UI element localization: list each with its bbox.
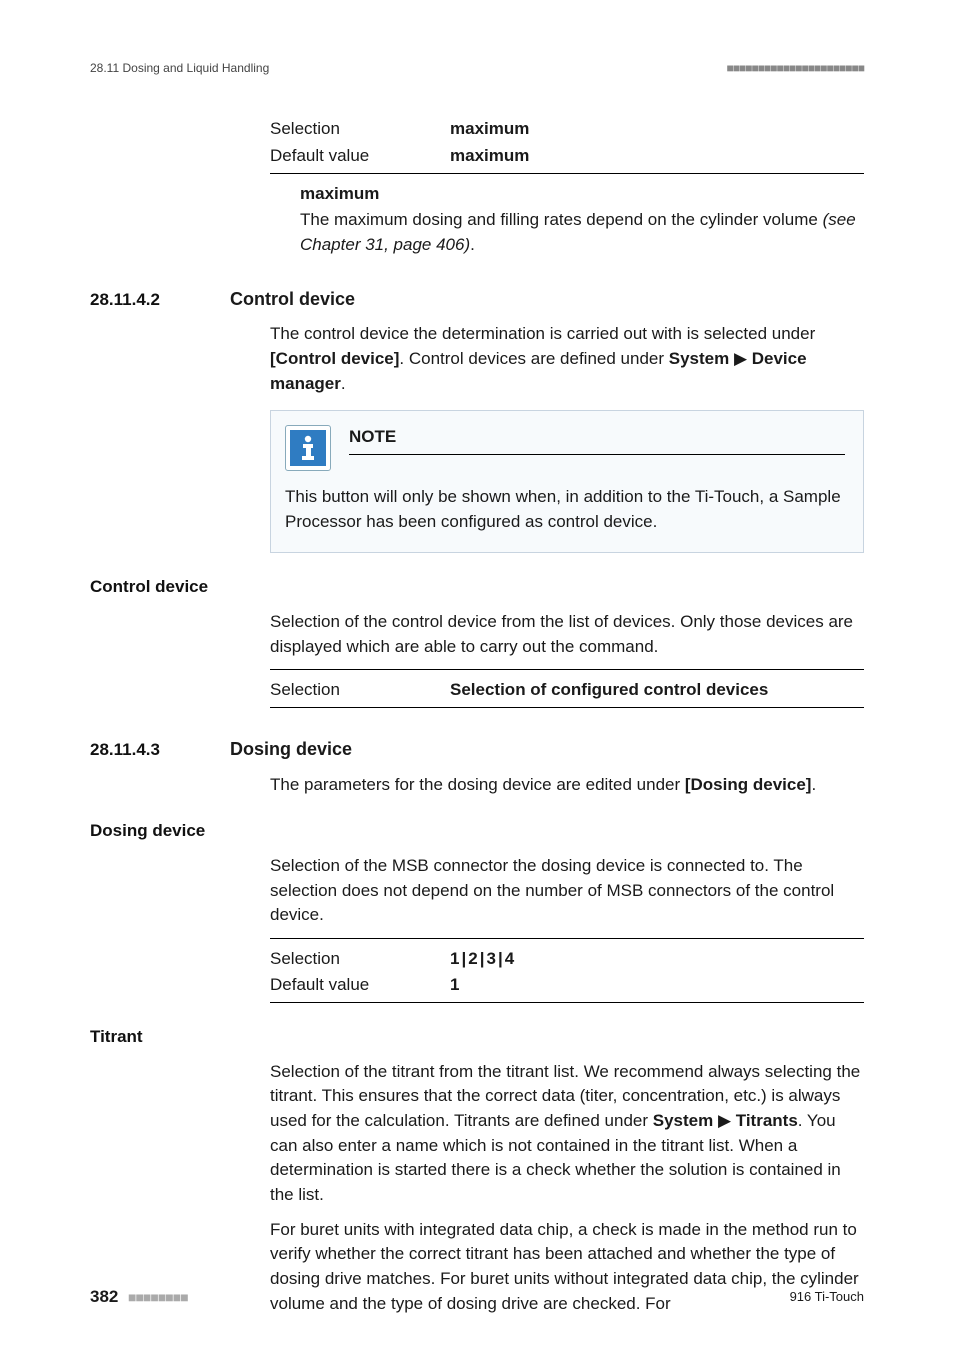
footer-device: 916 Ti-Touch: [790, 1288, 864, 1307]
header-left: 28.11 Dosing and Liquid Handling: [90, 60, 269, 77]
cd-intro-g: .: [341, 374, 346, 393]
default-value: maximum: [450, 144, 529, 169]
divider: [270, 1002, 864, 1003]
control-device-intro: The control device the determination is …: [270, 322, 864, 396]
default-label: Default value: [270, 144, 390, 169]
dd-def-value: 1: [450, 973, 459, 998]
note-label: NOTE: [349, 425, 845, 455]
dd-default-row: Default value 1: [270, 973, 864, 998]
selection-row: Selection maximum: [270, 117, 864, 142]
divider: [270, 669, 864, 670]
dd-intro-c: .: [811, 775, 816, 794]
cd-intro-e: ▶: [729, 349, 752, 368]
dd-intro-b: [Dosing device]: [685, 775, 812, 794]
header-right-dashes: ■■■■■■■■■■■■■■■■■■■■■■: [727, 60, 864, 77]
note-text: This button will only be shown when, in …: [285, 485, 845, 534]
cd-intro-c: . Control devices are defined under: [399, 349, 668, 368]
selection-label: Selection: [270, 117, 390, 142]
section-control-device: 28.11.4.2 Control device: [90, 286, 864, 313]
default-row: Default value maximum: [270, 144, 864, 169]
cd-selection-row: Selection Selection of configured contro…: [270, 678, 864, 703]
page-header: 28.11 Dosing and Liquid Handling ■■■■■■■…: [90, 60, 864, 77]
control-device-head: Control device: [90, 575, 864, 600]
note-box: NOTE This button will only be shown when…: [270, 410, 864, 553]
divider: [270, 938, 864, 939]
cd-intro-a: The control device the determination is …: [270, 324, 815, 343]
dosing-device-body: Selection of the MSB connector the dosin…: [270, 854, 864, 928]
dosing-device-head: Dosing device: [90, 819, 864, 844]
control-device-body: Selection of the control device from the…: [270, 610, 864, 659]
titrant-p1: Selection of the titrant from the titran…: [270, 1060, 864, 1208]
page-footer: 382 ■■■■■■■■ 916 Ti-Touch: [90, 1285, 864, 1310]
section-title-a: Control device: [230, 286, 355, 312]
selection-value: maximum: [450, 117, 529, 142]
section-num-b: 28.11.4.3: [90, 738, 230, 763]
cd-sel-label: Selection: [270, 678, 390, 703]
footer-dashes: ■■■■■■■■: [128, 1289, 188, 1305]
section-num-a: 28.11.4.2: [90, 288, 230, 313]
titrant-head: Titrant: [90, 1025, 864, 1050]
dosing-intro: The parameters for the dosing device are…: [270, 773, 864, 798]
maximum-term-head: maximum: [300, 182, 864, 207]
dd-opt-3: 3: [486, 949, 495, 968]
info-icon: [285, 425, 331, 471]
divider: [270, 173, 864, 174]
page-number: 382: [90, 1287, 118, 1306]
maximum-body-c: .: [470, 235, 475, 254]
dd-opt-4: 4: [505, 949, 514, 968]
maximum-term-body: The maximum dosing and filling rates dep…: [300, 208, 864, 257]
dd-selection-row: Selection 1|2|3|4: [270, 947, 864, 972]
dd-opt-2: 2: [468, 949, 477, 968]
titrant-p1-c: ▶: [713, 1111, 736, 1130]
dd-def-label: Default value: [270, 973, 390, 998]
maximum-body-a: The maximum dosing and filling rates dep…: [300, 210, 818, 229]
titrant-p1-b: System: [653, 1111, 713, 1130]
cd-intro-b: [Control device]: [270, 349, 399, 368]
cd-sel-value: Selection of configured control devices: [450, 678, 768, 703]
dd-sel-value: 1|2|3|4: [450, 947, 514, 972]
section-dosing-device: 28.11.4.3 Dosing device: [90, 736, 864, 763]
titrant-p1-d: Titrants: [736, 1111, 798, 1130]
divider: [270, 707, 864, 708]
section-title-b: Dosing device: [230, 736, 352, 762]
dd-intro-a: The parameters for the dosing device are…: [270, 775, 685, 794]
dd-sel-label: Selection: [270, 947, 390, 972]
cd-intro-d: System: [669, 349, 729, 368]
dd-opt-1: 1: [450, 949, 459, 968]
